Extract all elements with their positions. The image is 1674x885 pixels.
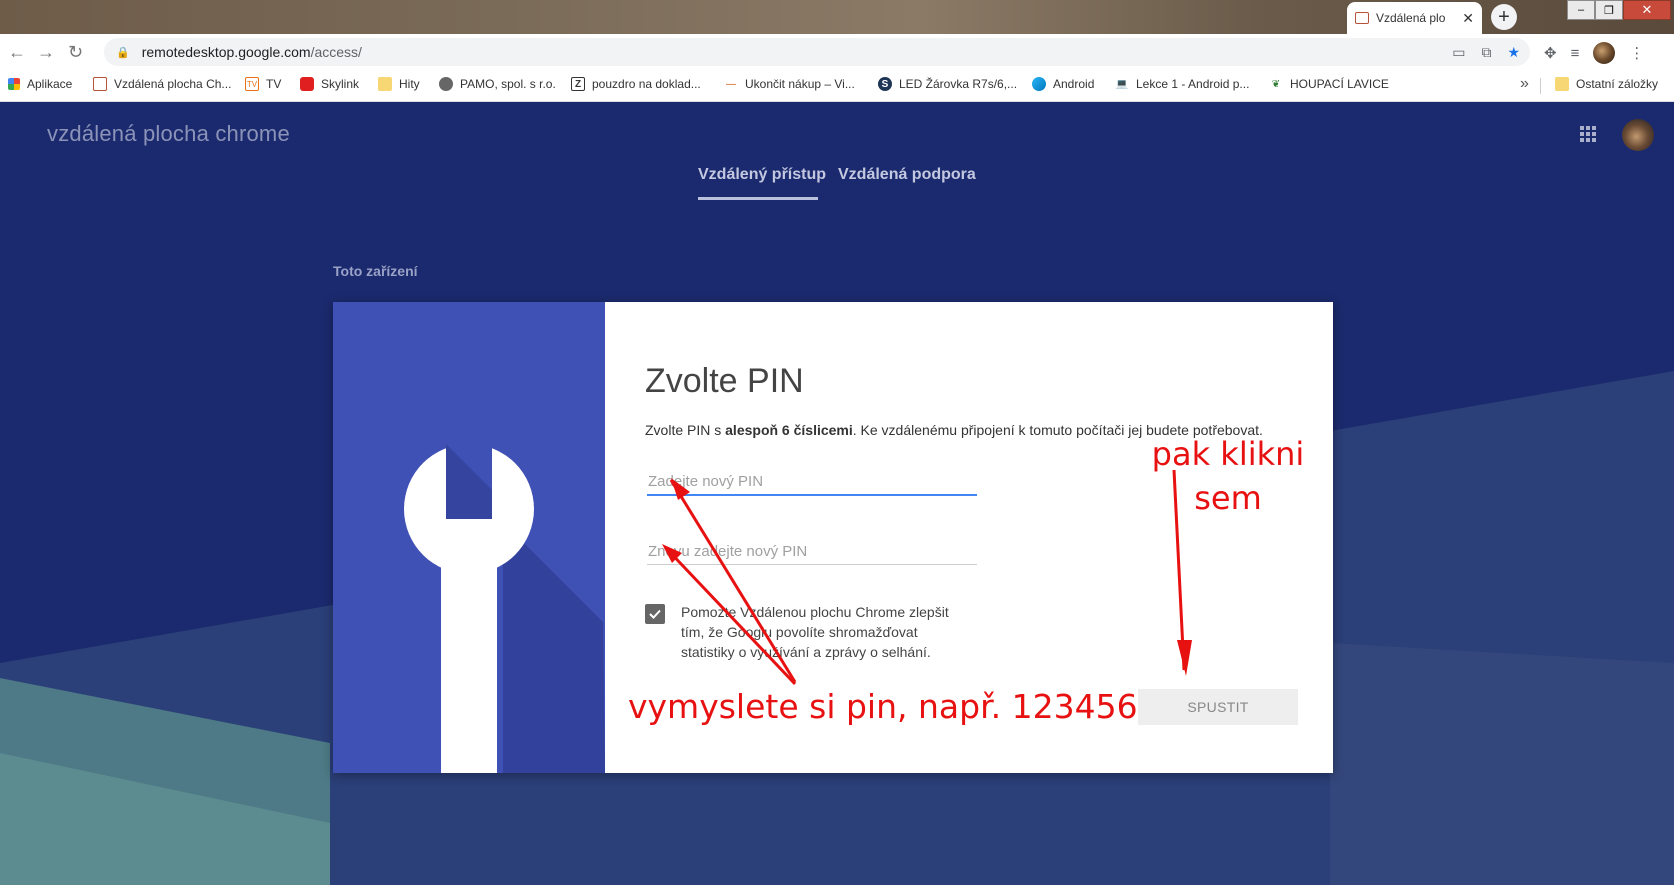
folder-icon bbox=[1555, 77, 1569, 91]
bookmark-item[interactable]: Z pouzdro na doklad... bbox=[571, 77, 701, 91]
bookmark-label: TV bbox=[266, 77, 282, 91]
bookmark-label: Skylink bbox=[321, 77, 360, 91]
window-close-button[interactable]: ✕ bbox=[1623, 0, 1671, 20]
browser-tab-title: Vzdálená plo bbox=[1376, 11, 1446, 25]
url-path: /access/ bbox=[310, 44, 362, 60]
android-icon bbox=[1032, 77, 1046, 91]
menu-kebab-icon[interactable]: ⋮ bbox=[1629, 44, 1644, 62]
remote-desktop-page: vzdálená plocha chrome Vzdálený přístup … bbox=[0, 103, 1674, 885]
globe-icon bbox=[439, 77, 453, 91]
bookmark-item[interactable]: Skylink bbox=[300, 77, 359, 91]
bookmark-label: LED Žárovka R7s/6,... bbox=[899, 77, 1018, 91]
pin-setup-card: Zvolte PIN Zvolte PIN s alespoň 6 číslic… bbox=[333, 302, 1333, 773]
app-title: vzdálená plocha chrome bbox=[47, 121, 290, 146]
tv-icon: TV bbox=[245, 77, 259, 91]
tab-remote-support[interactable]: Vzdálená podpora bbox=[838, 166, 976, 184]
tab-remote-access[interactable]: Vzdálený přístup bbox=[698, 166, 826, 184]
bookmark-item[interactable]: 💻 Lekce 1 - Android p... bbox=[1115, 77, 1250, 91]
bookmarks-bar: Aplikace Vzdálená plocha Ch... TV TV Sky… bbox=[0, 70, 1674, 102]
bookmarks-divider bbox=[1540, 78, 1541, 94]
remote-desktop-icon bbox=[93, 77, 107, 91]
wrench-icon bbox=[404, 444, 605, 773]
bookmark-label: Vzdálená plocha Ch... bbox=[114, 77, 232, 91]
bookmarks-more-chevron-icon[interactable]: » bbox=[1520, 75, 1529, 93]
pin-dialog-title: Zvolte PIN bbox=[645, 362, 804, 400]
bookmark-star-icon[interactable]: ★ bbox=[1507, 44, 1520, 61]
cast-icon[interactable]: ▭ bbox=[1452, 44, 1465, 61]
pin-desc-prefix: Zvolte PIN s bbox=[645, 422, 726, 438]
checkmark-icon bbox=[649, 609, 661, 619]
bookmark-label: Aplikace bbox=[27, 77, 73, 91]
bookmark-item[interactable]: — Ukončit nákup – Vi... bbox=[724, 77, 855, 91]
card-illustration bbox=[333, 302, 605, 773]
close-tab-icon[interactable]: ✕ bbox=[1462, 10, 1474, 27]
consent-checkbox[interactable] bbox=[645, 604, 665, 624]
consent-text: Pomozte Vzdálenou plochu Chrome zlepšit … bbox=[681, 604, 949, 660]
address-bar[interactable]: 🔒 remotedesktop.google.com/access/ ▭ ⧉ ★ bbox=[104, 38, 1530, 66]
new-pin-input[interactable] bbox=[647, 466, 977, 496]
bookmark-item[interactable]: Aplikace bbox=[8, 77, 72, 91]
window-minimize-button[interactable]: – bbox=[1567, 0, 1595, 20]
main-tabs: Vzdálený přístup Vzdálená podpora bbox=[0, 166, 1674, 206]
z-icon: Z bbox=[571, 77, 585, 91]
reading-list-icon[interactable]: ≡ bbox=[1571, 45, 1580, 62]
pin-form: Zvolte PIN Zvolte PIN s alespoň 6 číslic… bbox=[605, 302, 1333, 773]
dash-icon: — bbox=[726, 78, 736, 90]
bookmark-item[interactable]: ❦ HOUPACÍ LAVICE bbox=[1269, 77, 1389, 91]
apps-grid-icon bbox=[8, 78, 20, 90]
remote-desktop-favicon-icon bbox=[1355, 12, 1369, 24]
bookmark-label: pouzdro na doklad... bbox=[592, 77, 701, 91]
bookmark-item[interactable]: Vzdálená plocha Ch... bbox=[93, 77, 231, 91]
profile-avatar[interactable] bbox=[1593, 42, 1616, 64]
active-tab-indicator bbox=[698, 197, 818, 200]
account-avatar[interactable] bbox=[1622, 119, 1654, 151]
browser-tabstrip: Vzdálená plo ✕ + – ❐ ✕ bbox=[0, 0, 1674, 34]
reload-icon[interactable]: ↻ bbox=[68, 42, 83, 62]
other-bookmarks-label: Ostatní záložky bbox=[1576, 77, 1659, 91]
bookmark-label: Lekce 1 - Android p... bbox=[1136, 77, 1250, 91]
other-bookmarks[interactable]: Ostatní záložky bbox=[1555, 77, 1658, 91]
bookmark-label: Ukončit nákup – Vi... bbox=[745, 77, 855, 91]
bookmark-label: PAMO, spol. s r.o. bbox=[460, 77, 556, 91]
google-apps-icon[interactable] bbox=[1580, 126, 1596, 142]
folder-icon bbox=[378, 77, 392, 91]
bookmark-item[interactable]: PAMO, spol. s r.o. bbox=[439, 77, 556, 91]
back-icon[interactable]: ← bbox=[8, 42, 26, 62]
confirm-pin-underline bbox=[647, 564, 977, 565]
laptop-icon: 💻 bbox=[1115, 78, 1129, 90]
pin-description: Zvolte PIN s alespoň 6 číslicemi. Ke vzd… bbox=[645, 422, 1263, 438]
toolbar-extensions: ✥ ≡ ⋮ bbox=[1544, 42, 1644, 64]
s-icon: S bbox=[878, 77, 892, 91]
extensions-puzzle-icon[interactable]: ✥ bbox=[1544, 44, 1557, 62]
browser-toolbar: ← → ↻ 🔒 remotedesktop.google.com/access/… bbox=[0, 34, 1674, 70]
new-pin-underline bbox=[647, 494, 977, 496]
pin-desc-suffix: . Ke vzdálenému připojení k tomuto počít… bbox=[852, 422, 1263, 438]
bookmark-item[interactable]: Android bbox=[1032, 77, 1094, 91]
open-in-app-icon[interactable]: ⧉ bbox=[1481, 44, 1491, 61]
bookmark-item[interactable]: TV TV bbox=[245, 77, 281, 91]
start-button[interactable]: SPUSTIT bbox=[1138, 689, 1298, 725]
new-tab-button[interactable]: + bbox=[1491, 4, 1517, 30]
bookmark-item[interactable]: Hity bbox=[378, 77, 420, 91]
bookmark-label: HOUPACÍ LAVICE bbox=[1290, 77, 1389, 91]
bookmark-label: Hity bbox=[399, 77, 420, 91]
url-host: remotedesktop.google.com bbox=[141, 44, 311, 60]
browser-tab-active[interactable]: Vzdálená plo ✕ bbox=[1347, 2, 1482, 34]
skylink-icon bbox=[300, 77, 314, 91]
window-maximize-button[interactable]: ❐ bbox=[1595, 0, 1623, 20]
lock-icon: 🔒 bbox=[116, 46, 130, 59]
section-title-this-device: Toto zařízení bbox=[333, 263, 418, 279]
bookmark-label: Android bbox=[1053, 77, 1095, 91]
bookmark-item[interactable]: S LED Žárovka R7s/6,... bbox=[878, 77, 1017, 91]
leaf-icon: ❦ bbox=[1271, 78, 1281, 90]
pin-desc-bold: alespoň 6 číslicemi bbox=[725, 422, 853, 438]
confirm-pin-input[interactable] bbox=[647, 536, 977, 566]
forward-icon[interactable]: → bbox=[37, 42, 55, 62]
